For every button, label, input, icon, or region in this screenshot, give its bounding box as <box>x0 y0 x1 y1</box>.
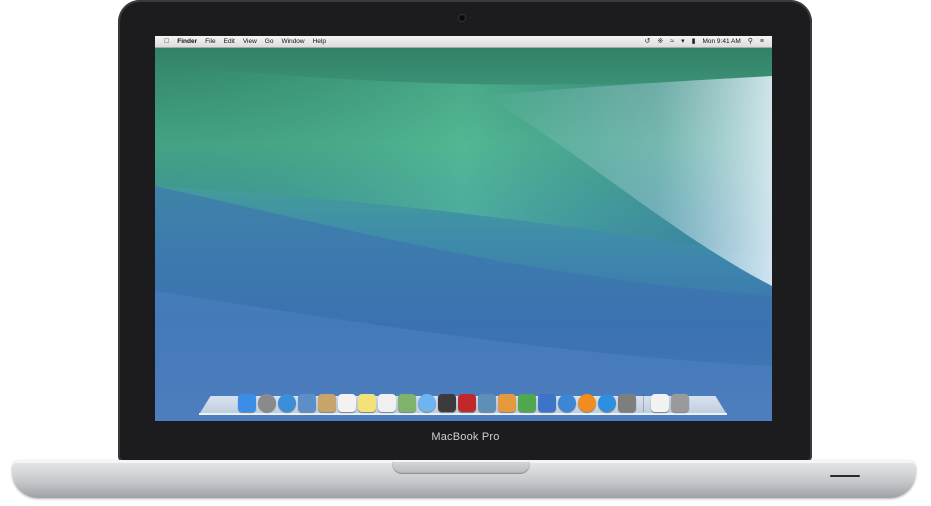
list-icon[interactable]: ≡ <box>760 36 764 47</box>
menu-edit[interactable]: Edit <box>224 36 235 47</box>
dock-facetime-icon[interactable] <box>437 394 456 412</box>
search-icon[interactable]: ⚲ <box>748 36 753 47</box>
dock-separator <box>642 394 644 412</box>
dock-itunes-icon[interactable] <box>557 394 576 412</box>
menu-app-name[interactable]: Finder <box>177 36 197 47</box>
menu-file[interactable]: File <box>205 36 215 47</box>
volume-icon[interactable]: ▾ <box>681 36 685 47</box>
dock-finder-icon[interactable] <box>237 394 256 412</box>
dock-photo-booth-icon[interactable] <box>457 394 476 412</box>
dock-ibooks-icon[interactable] <box>577 394 596 412</box>
menu-clock[interactable]: Mon 9:41 AM <box>702 36 740 47</box>
dock-maps-icon[interactable] <box>397 394 416 412</box>
wifi-icon[interactable]: ≈ <box>670 36 674 47</box>
dock-mail-icon[interactable] <box>297 394 316 412</box>
dock-notes-icon[interactable] <box>357 394 376 412</box>
dock <box>205 392 721 412</box>
dock-reflection <box>199 413 727 415</box>
camera-icon <box>458 14 466 22</box>
dock-trash-icon[interactable] <box>670 394 689 412</box>
apple-icon[interactable]:  <box>164 36 169 47</box>
dock-safari-icon[interactable] <box>277 394 296 412</box>
dock-messages-icon[interactable] <box>417 394 436 412</box>
dock-iphoto-icon[interactable] <box>477 394 496 412</box>
menu-help[interactable]: Help <box>313 36 326 47</box>
time-machine-icon[interactable]: ↺ <box>644 36 650 47</box>
menu-go[interactable]: Go <box>265 36 274 47</box>
menu-view[interactable]: View <box>243 36 257 47</box>
dock-app-store-icon[interactable] <box>597 394 616 412</box>
bluetooth-icon[interactable]: ※ <box>657 36 663 47</box>
brand-label: MacBook Pro <box>431 431 500 443</box>
dock-calendar-icon[interactable] <box>337 394 356 412</box>
desktop-wallpaper <box>155 36 772 421</box>
menu-window[interactable]: Window <box>281 36 304 47</box>
dock-launchpad-icon[interactable] <box>257 394 276 412</box>
sleep-indicator <box>830 475 860 477</box>
dock-contacts-icon[interactable] <box>317 394 336 412</box>
dock-keynote-icon[interactable] <box>537 394 556 412</box>
dock-reminders-icon[interactable] <box>377 394 396 412</box>
dock-documents-icon[interactable] <box>650 394 669 412</box>
screen:  Finder File Edit View Go Window Help ↺… <box>155 36 772 421</box>
dock-system-preferences-icon[interactable] <box>617 394 636 412</box>
dock-numbers-icon[interactable] <box>517 394 536 412</box>
lid-notch <box>392 462 530 474</box>
battery-icon[interactable]: ▮ <box>692 36 696 47</box>
dock-pages-icon[interactable] <box>497 394 516 412</box>
menu-bar:  Finder File Edit View Go Window Help ↺… <box>155 36 772 48</box>
